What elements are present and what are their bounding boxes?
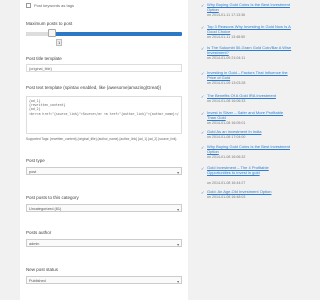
post-text-textarea[interactable]: {ad_1} {rewritten_content} {ad_2} <br><a… <box>26 96 182 134</box>
post-link[interactable]: The Benefits Of A Gold IRA Investment <box>207 93 293 98</box>
chevron-down-icon: ▾ <box>177 170 179 175</box>
post-type-label: Post type <box>26 158 45 163</box>
chevron-down-icon: ▾ <box>177 242 179 247</box>
post-link[interactable]: Is The Sukumbi 50-Gram Gold Coin/Bar A W… <box>207 45 293 55</box>
max-posts-slider-value: 1 <box>56 39 63 46</box>
post-date: on 2014-01-08 17:04:00 <box>207 135 246 139</box>
post-link[interactable]: Why Buying Gold Coins Is the Best Invest… <box>207 2 293 12</box>
post-type-select[interactable]: post ▾ <box>26 167 182 175</box>
post-date: on 2014-01-08 16:06:33 <box>207 99 246 103</box>
post-date: on 2014-01-08 16:06:32 <box>207 155 246 159</box>
max-posts-label: Maximum posts to post <box>26 21 73 26</box>
author-select[interactable]: admin ▾ <box>26 239 182 247</box>
post-link[interactable]: Gold: An Age-Old Investment Option <box>207 189 293 194</box>
check-icon: ✓ <box>201 165 205 171</box>
check-icon: ✓ <box>201 144 205 150</box>
post-keywords-as-tags-checkbox[interactable] <box>26 3 31 8</box>
post-date: on 2014-01-08 16:44:27 <box>207 181 246 185</box>
post-link[interactable]: Gold As an Investment In India <box>207 129 293 134</box>
post-link[interactable]: Invest in Silver – Safer and More Profit… <box>207 110 293 120</box>
post-date: on 2014-01-09 13:03:28 <box>207 81 246 85</box>
post-date: on 2014-01-11 17:13:36 <box>207 13 246 17</box>
post-link[interactable]: Gold Investment – The 4 Profitable Oppor… <box>207 165 293 175</box>
check-icon: ✓ <box>201 129 205 135</box>
post-link[interactable]: Top 3 Reasons Why Investing In Gold Now … <box>207 24 293 34</box>
status-select[interactable]: Published ▾ <box>26 276 182 284</box>
post-date: on 2014-01-08 16:05:01 <box>207 121 246 125</box>
post-title-input[interactable]: {original_title} <box>26 64 182 72</box>
check-icon: ✓ <box>201 24 205 30</box>
post-date: on 2014-01-11 13:48:50 <box>207 35 246 39</box>
post-text-label: Post text template (spintax enabled, lik… <box>26 85 162 90</box>
post-date: on 2014-01-08 16:48:03 <box>207 195 246 199</box>
check-icon: ✓ <box>201 70 205 76</box>
category-label: Post posts to this category <box>26 195 79 200</box>
author-label: Posts author <box>26 230 52 235</box>
check-icon: ✓ <box>201 110 205 116</box>
check-icon: ✓ <box>201 2 205 8</box>
chevron-down-icon: ▾ <box>177 279 179 284</box>
post-title-label: Post title template <box>26 56 62 61</box>
post-text-line: <br><a href="{source_link}">Source</a> <… <box>29 111 179 116</box>
category-select[interactable]: Uncategorized (81) ▾ <box>26 204 182 212</box>
post-link[interactable]: Investing in Gold – Factors That Influen… <box>207 70 293 80</box>
check-icon: ✓ <box>201 45 205 51</box>
post-type-value: post <box>29 169 37 174</box>
max-posts-slider-handle[interactable] <box>48 29 56 37</box>
supported-tags-note: Supported Tags: {rewritten_content} {ori… <box>26 137 177 141</box>
chevron-down-icon: ▾ <box>177 207 179 212</box>
post-keywords-as-tags-row[interactable]: Post keywords as tags <box>26 3 74 8</box>
post-keywords-as-tags-label: Post keywords as tags <box>34 3 75 8</box>
status-value: Published <box>29 278 46 283</box>
check-icon: ✓ <box>201 93 205 99</box>
check-icon: ✓ <box>201 189 205 195</box>
post-link[interactable]: Why Buying Gold Coins Is the Best Invest… <box>207 144 293 154</box>
status-label: New post status <box>26 267 59 272</box>
settings-panel: Post keywords as tags Maximum posts to p… <box>20 0 188 300</box>
author-value: admin <box>29 241 40 246</box>
post-date: on 2014-01-09 21:04:11 <box>207 56 246 60</box>
category-value: Uncategorized (81) <box>29 206 62 211</box>
